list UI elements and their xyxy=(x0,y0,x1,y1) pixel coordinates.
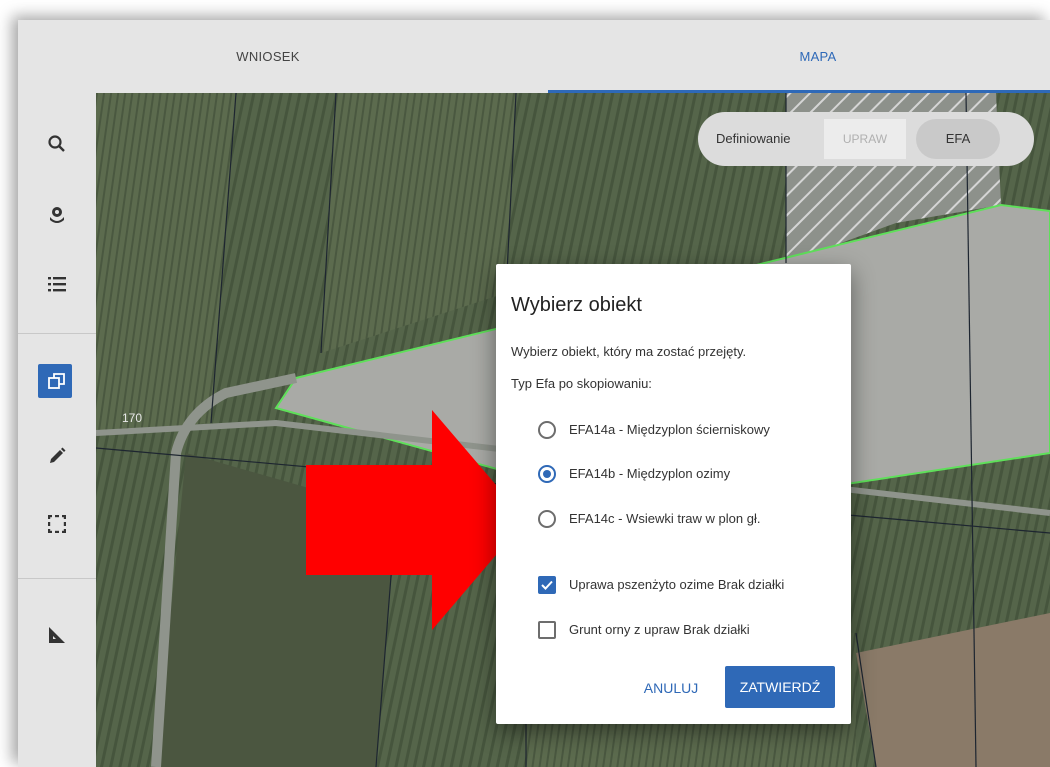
search-icon[interactable] xyxy=(18,124,96,164)
tab-bar: WNIOSEK MAPA xyxy=(18,20,1050,93)
checkbox-checked[interactable] xyxy=(538,576,556,594)
copy-icon[interactable] xyxy=(18,361,96,401)
radio-button[interactable] xyxy=(538,421,556,439)
checkbox-option-grunt[interactable]: Grunt orny z upraw Brak działki xyxy=(496,616,851,646)
map-toolbar xyxy=(18,93,97,767)
radio-label: EFA14b - Międzyplon ozimy xyxy=(569,466,731,481)
checkbox-option-uprawa[interactable]: Uprawa pszenżyto ozime Brak działki xyxy=(496,571,851,601)
radio-option-efa14b[interactable]: EFA14b - Międzyplon ozimy xyxy=(496,460,851,490)
pencil-icon[interactable] xyxy=(18,436,96,476)
checkbox-label: Grunt orny z upraw Brak działki xyxy=(569,622,750,637)
toggle-efa-button[interactable]: EFA xyxy=(916,119,1000,159)
radio-option-efa14a[interactable]: EFA14a - Międzyplon ścierniskowy xyxy=(496,416,851,446)
plant-icon[interactable] xyxy=(18,195,96,235)
tab-mapa[interactable]: MAPA xyxy=(548,20,1050,93)
toggle-label: Definiowanie xyxy=(716,131,791,146)
checkbox[interactable] xyxy=(538,621,556,639)
confirm-button[interactable]: ZATWIERDŹ xyxy=(725,666,835,708)
radio-button[interactable] xyxy=(538,510,556,528)
tab-wniosek[interactable]: WNIOSEK xyxy=(18,20,518,93)
radio-label: EFA14c - Wsiewki traw w plon gł. xyxy=(569,511,761,526)
radio-button-selected[interactable] xyxy=(538,465,556,483)
dialog-title: Wybierz obiekt xyxy=(511,294,642,316)
radio-option-efa14c[interactable]: EFA14c - Wsiewki traw w plon gł. xyxy=(496,505,851,535)
parcel-number-label: 170 xyxy=(122,411,143,425)
checkbox-label: Uprawa pszenżyto ozime Brak działki xyxy=(569,577,785,592)
radio-label: EFA14a - Międzyplon ścierniskowy xyxy=(569,422,770,437)
toolbar-divider xyxy=(18,333,96,334)
toolbar-divider xyxy=(18,578,96,579)
list-icon[interactable] xyxy=(18,264,96,304)
efa-type-label: Typ Efa po skopiowaniu: xyxy=(511,376,652,391)
dialog-subtitle: Wybierz obiekt, który ma zostać przejęty… xyxy=(511,344,747,359)
select-object-dialog: Wybierz obiekt Wybierz obiekt, który ma … xyxy=(496,264,851,724)
toggle-upraw-button[interactable]: UPRAW xyxy=(824,119,906,159)
select-rectangle-icon[interactable] xyxy=(18,504,96,544)
definition-mode-toggle: Definiowanie UPRAW EFA xyxy=(698,112,1034,166)
ruler-icon[interactable] xyxy=(18,615,96,655)
cancel-button[interactable]: ANULUJ xyxy=(630,668,712,708)
check-icon xyxy=(541,580,553,590)
